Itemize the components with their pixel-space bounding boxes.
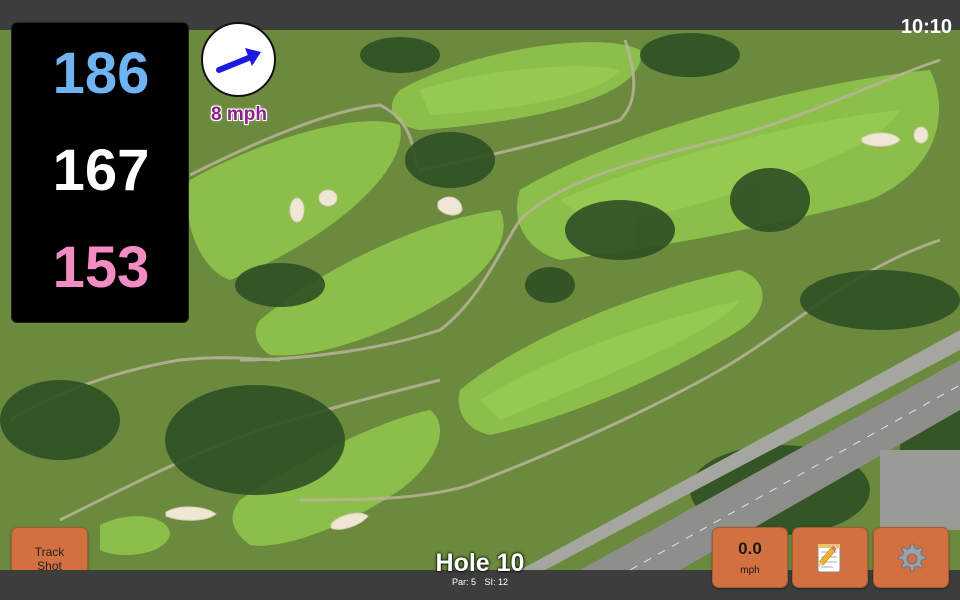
back-distance: 186: [52, 41, 150, 106]
hole-title: Hole 10: [435, 549, 525, 577]
notes-button[interactable]: [792, 527, 868, 588]
wind-speed-label: 8 mph: [211, 104, 267, 125]
hole-par: Par: 5: [451, 577, 476, 587]
hole-info: Par: 5 SI: 12: [380, 577, 580, 588]
clock: 10:10: [900, 16, 952, 38]
wind-speed-button[interactable]: 0.0 mph: [712, 527, 788, 588]
gear-icon: [898, 543, 927, 572]
wind-speed-value: 0.0: [738, 539, 762, 558]
arrow-right-icon: [216, 48, 261, 73]
settings-button[interactable]: [873, 527, 949, 588]
wind-speed-unit: mph: [740, 565, 760, 576]
distance-panel: 186 167 153: [11, 22, 189, 323]
wind-direction-compass: [201, 22, 276, 97]
front-distance: 153: [52, 235, 150, 300]
hole-stroke-index: SI: 12: [484, 577, 509, 587]
middle-distance: 167: [52, 138, 150, 203]
track-shot-label-line1: Track: [34, 545, 65, 559]
notepad-icon: [817, 543, 841, 572]
